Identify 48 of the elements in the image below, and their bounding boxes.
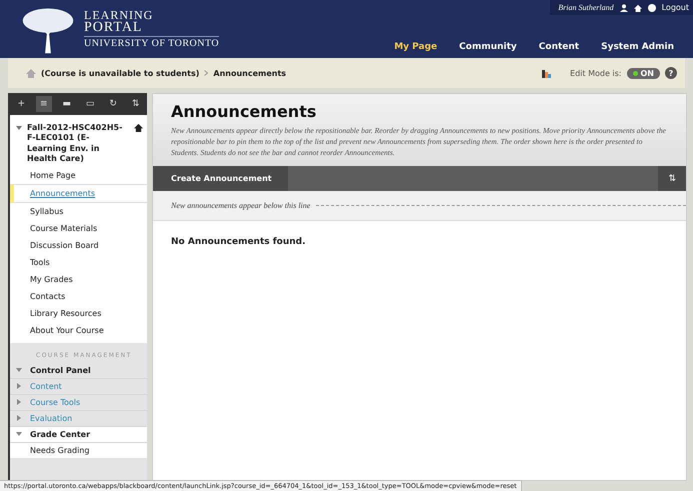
logo-text: PORTAL: [84, 21, 144, 35]
collapse-triangle-icon[interactable]: [16, 431, 22, 438]
menu-item[interactable]: Tools: [10, 254, 147, 271]
logo-text: LEARNING: [84, 9, 154, 21]
user-name[interactable]: Brian Sutherland: [558, 3, 614, 12]
menu-item[interactable]: Library Resources: [10, 304, 147, 322]
empty-message: No Announcements found.: [170, 236, 307, 249]
edit-mode-toggle[interactable]: ON: [626, 68, 660, 78]
note-text: New announcements appear below this line: [171, 201, 310, 210]
menu-item[interactable]: Home Page: [10, 166, 147, 184]
expand-triangle-icon[interactable]: [16, 415, 22, 422]
logo-subtitle: UNIVERSITY OF TORONTO: [84, 36, 220, 49]
toolbar-button[interactable]: ▭: [82, 96, 98, 112]
page-title: Announcements: [171, 102, 318, 121]
toolbar-button[interactable]: ↻: [105, 96, 121, 112]
expand-triangle-icon[interactable]: [16, 383, 22, 390]
breadcrumb-item[interactable]: Announcements: [213, 68, 286, 78]
course-title[interactable]: Fall-2012-HSC402H5-F-LEC0101 (E-Learning Env. in Health Care): [27, 123, 129, 165]
nav-tab[interactable]: System Admin: [590, 42, 685, 52]
create-button[interactable]: Create Announcement: [153, 166, 288, 191]
edit-mode-label: Edit Mode is:: [570, 68, 622, 78]
collapse-triangle-icon[interactable]: [16, 367, 22, 374]
toolbar-button[interactable]: +: [13, 96, 30, 112]
toolbar-button[interactable]: ≡: [36, 96, 52, 112]
menu-item[interactable]: Announcements: [10, 184, 147, 203]
logout-link[interactable]: Logout: [662, 3, 689, 12]
color-palette-icon[interactable]: [541, 68, 552, 78]
menu-item[interactable]: About Your Course: [10, 322, 147, 339]
menu-item[interactable]: Syllabus: [10, 202, 147, 220]
person-icon[interactable]: [620, 4, 628, 12]
panel-section[interactable]: Control Panel: [30, 366, 91, 375]
menu-item[interactable]: Contacts: [10, 288, 147, 305]
expand-triangle-icon[interactable]: [16, 399, 22, 406]
home-icon[interactable]: [634, 4, 642, 12]
toolbar-button[interactable]: ▬: [58, 96, 75, 112]
nav-tab[interactable]: Content: [528, 42, 590, 52]
toolbar-button[interactable]: ⇅: [128, 96, 144, 112]
home-icon: [134, 123, 143, 132]
nav-tab[interactable]: Community: [448, 42, 528, 52]
nav-tab[interactable]: My Page: [383, 42, 448, 52]
menu-item[interactable]: Discussion Board: [10, 236, 147, 254]
help-button[interactable]: ?: [665, 67, 677, 79]
menu-item[interactable]: Course Materials: [10, 220, 147, 237]
chevron-icon: [204, 70, 208, 76]
sort-button[interactable]: ⇅: [658, 166, 686, 191]
breadcrumb-item[interactable]: (Course is unavailable to students): [41, 68, 200, 78]
menu-item[interactable]: My Grades: [10, 270, 147, 288]
expand-triangle-icon[interactable]: [16, 125, 22, 131]
